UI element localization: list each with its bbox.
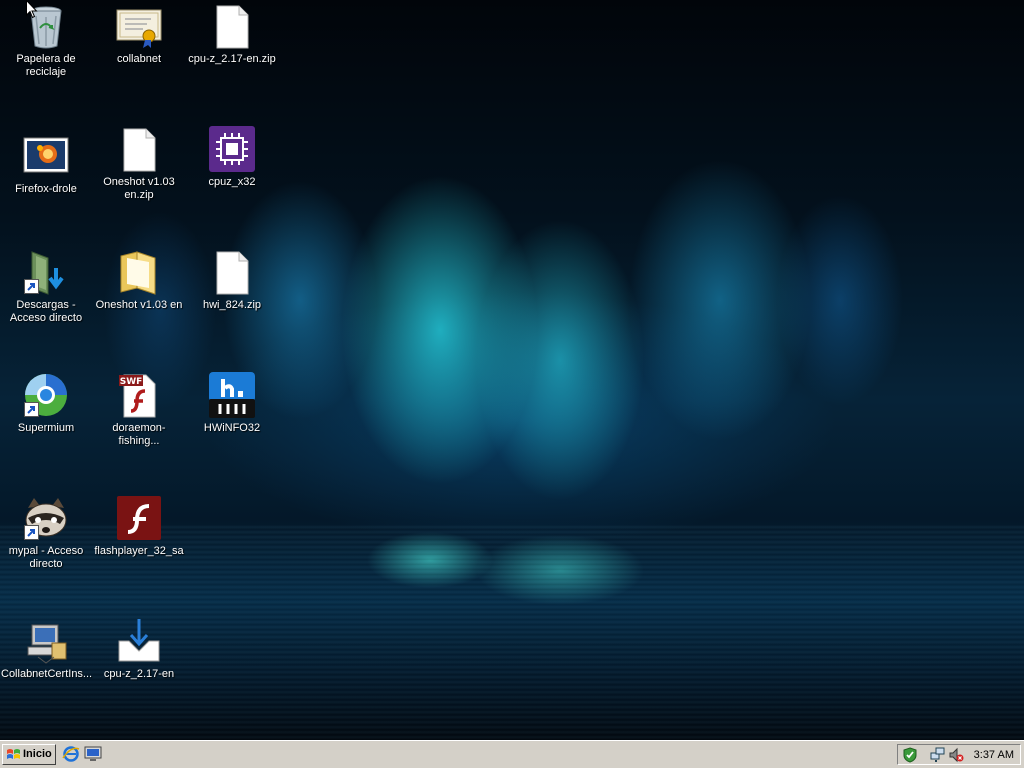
desktop-icon-label: HWiNFO32 (203, 422, 261, 434)
desktop-icon-cpu-z-installer[interactable]: cpu-z_2.17-en (94, 617, 184, 681)
desktop-icon-collabnetcertins[interactable]: CollabnetCertIns... (1, 617, 93, 681)
desktop-icon-firefox-drole[interactable]: Firefox-drole (1, 132, 91, 196)
desktop-icon-label: cpu-z_2.17-en (103, 668, 175, 680)
swf-file-icon: SWF (115, 371, 163, 419)
desktop-icon-collabnet[interactable]: collabnet (94, 2, 184, 66)
desktop-icon-flashplayer[interactable]: flashplayer_32_sa (94, 494, 184, 558)
desktop-icon-label: Oneshot v1.03 en (95, 299, 183, 311)
desktop-icon-label: Papelera de reciclaje (16, 53, 76, 78)
desktop-icon-label: doraemon-fishing... (112, 422, 166, 447)
downloads-folder-icon (22, 248, 70, 296)
volume-muted-icon[interactable] (948, 747, 964, 763)
supermium-browser-icon (22, 371, 70, 419)
desktop-icon-label: flashplayer_32_sa (94, 545, 184, 557)
desktop-icon-label: CollabnetCertIns... (1, 668, 93, 680)
desktop-icon-label: Supermium (17, 422, 75, 434)
folder-icon (115, 248, 163, 296)
desktop-icon-doraemon-swf[interactable]: SWF doraemon-fishing... (94, 371, 184, 448)
desktop-icon-label: Oneshot v1.03 en.zip (103, 176, 175, 201)
hwinfo-icon (208, 371, 256, 419)
desktop-icon-hwinfo32[interactable]: HWiNFO32 (187, 371, 277, 435)
desktop-icon-mypal[interactable]: mypal - Acceso directo (1, 494, 91, 571)
security-shield-icon[interactable] (902, 747, 918, 763)
desktop-icon-oneshot-zip[interactable]: Oneshot v1.03 en.zip (94, 125, 184, 202)
internet-explorer-icon[interactable] (62, 745, 80, 763)
desktop-icon-oneshot-folder[interactable]: Oneshot v1.03 en (94, 248, 184, 312)
desktop-icon-label: collabnet (116, 53, 162, 65)
desktop-icon-descargas[interactable]: Descargas - Acceso directo (1, 248, 91, 325)
file-icon (208, 2, 256, 50)
network-icon[interactable] (930, 747, 946, 763)
shortcut-arrow-icon (24, 279, 39, 294)
windows-logo-icon (6, 748, 21, 768)
desktop-icon-cpuz-x32[interactable]: cpuz_x32 (187, 125, 277, 189)
image-file-icon (22, 132, 70, 180)
show-desktop-icon[interactable] (84, 745, 102, 763)
desktop-icon-supermium[interactable]: Supermium (1, 371, 91, 435)
desktop-icon-label: Firefox-drole (15, 183, 77, 195)
desktop-icon-label: hwi_824.zip (202, 299, 262, 311)
desktop-icon-label: mypal - Acceso directo (8, 545, 84, 570)
cpuz-icon (208, 125, 256, 173)
shortcut-arrow-icon (24, 402, 39, 417)
start-label: Inicio (23, 748, 52, 760)
desktop-icon-label: cpu-z_2.17-en.zip (188, 53, 276, 65)
flash-player-icon (115, 494, 163, 542)
svg-text:SWF: SWF (120, 377, 143, 387)
desktop-icon-label: cpuz_x32 (208, 176, 256, 188)
file-icon (208, 248, 256, 296)
desktop[interactable]: Papelera de reciclaje Firefox-drole Desc… (0, 0, 1024, 740)
shortcut-arrow-icon (24, 525, 39, 540)
mouse-cursor-icon (26, 0, 38, 24)
desktop-icon-recycle-bin[interactable]: Papelera de reciclaje (1, 2, 91, 79)
desktop-icon-cpu-z-zip[interactable]: cpu-z_2.17-en.zip (187, 2, 277, 66)
file-icon (115, 125, 163, 173)
desktop-icon-label: Descargas - Acceso directo (9, 299, 83, 324)
taskbar-clock[interactable]: 3:37 AM (974, 749, 1014, 761)
mypal-browser-icon (22, 494, 70, 542)
download-icon (115, 617, 163, 665)
start-button[interactable]: Inicio (2, 744, 56, 765)
desktop-icon-hwi-zip[interactable]: hwi_824.zip (187, 248, 277, 312)
certificate-icon (115, 2, 163, 50)
taskbar: Inicio 3:37 AM (0, 740, 1024, 768)
installer-icon (22, 617, 70, 665)
system-tray: 3:37 AM (897, 744, 1021, 765)
